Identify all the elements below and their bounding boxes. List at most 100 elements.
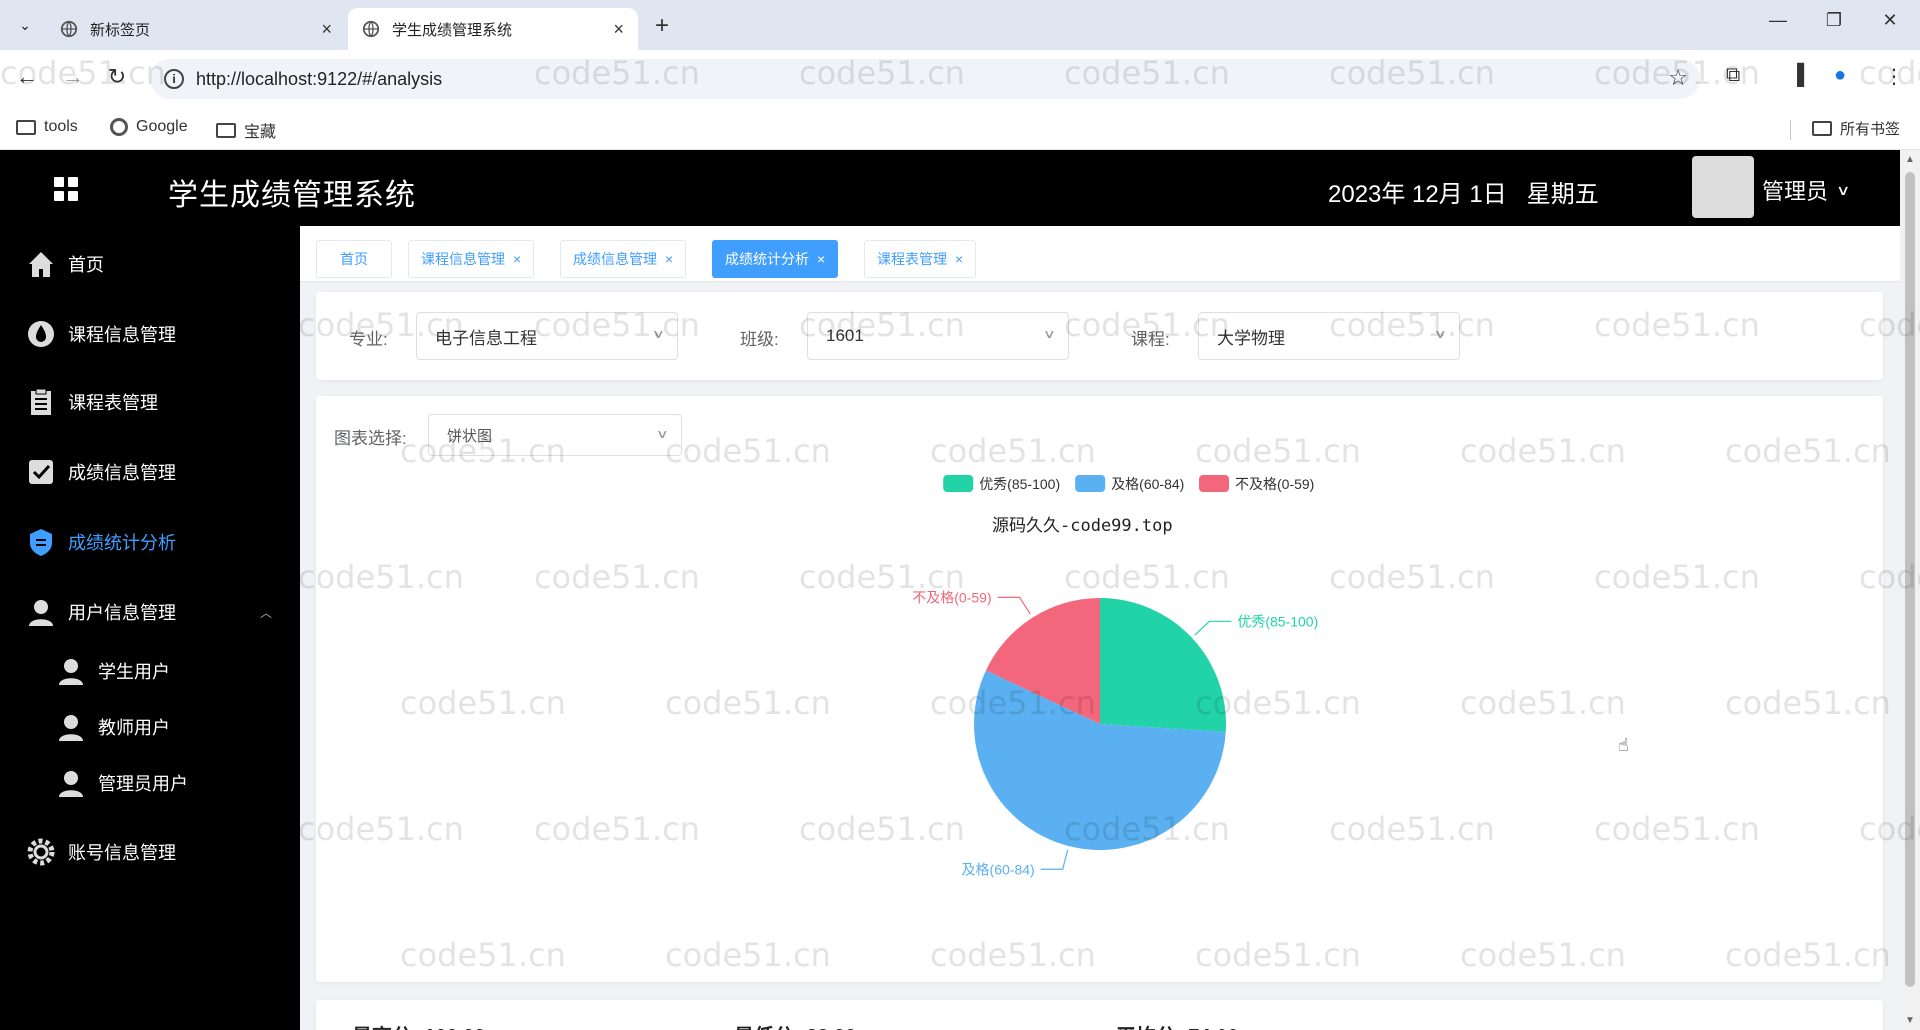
sidebar-item-label: 用户信息管理 (68, 603, 176, 623)
scrollbar-thumb[interactable] (1905, 172, 1915, 987)
home-icon (24, 247, 58, 281)
extensions-icon[interactable]: ⧉ (1726, 64, 1740, 87)
major-value: 电子信息工程 (435, 328, 537, 348)
pie-label-line (1194, 620, 1232, 636)
browser-tab-app[interactable]: 学生成绩管理系统 × (348, 8, 638, 50)
sidebar-item-score-info[interactable]: 成绩信息管理 (0, 442, 300, 502)
avatar[interactable] (1692, 156, 1754, 218)
side-panel-icon[interactable]: ▐ (1790, 64, 1804, 87)
checkbox-icon (24, 455, 58, 489)
chevron-up-icon: ︿ (259, 605, 272, 620)
bookmark-label: tools (44, 118, 78, 135)
sidebar-item-label: 管理员用户 (98, 774, 188, 794)
bookmark-tools[interactable]: tools (16, 118, 78, 136)
sidebar-item-label: 学生用户 (98, 662, 170, 682)
close-tab-icon[interactable]: × (613, 19, 624, 40)
sidebar: 首页 课程信息管理 课程表管理 成绩信息管理 成绩统计分析 用户信息管理 ︿ 学… (0, 226, 300, 1030)
bookmark-label: 宝藏 (244, 124, 277, 141)
badge-icon (24, 525, 58, 559)
max-score: 最高分: 100.00 (352, 1020, 485, 1030)
globe-icon (362, 20, 380, 38)
close-icon[interactable]: × (955, 251, 963, 267)
reload-icon[interactable]: ↻ (104, 64, 130, 90)
back-icon[interactable]: ← (14, 64, 40, 90)
new-tab-icon[interactable]: + (648, 12, 676, 40)
bookmarks-bar: tools Google 宝藏 所有书签 (0, 108, 1920, 150)
more-menu-icon[interactable]: ⋮ (1884, 64, 1904, 89)
main-content: 首页 课程信息管理 × 成绩信息管理 × 成绩统计分析 × 课程表管理 × 专业: 电子… (300, 226, 1900, 1030)
pie-label-line (1040, 849, 1069, 870)
tab-title: 学生成绩管理系统 (392, 21, 513, 39)
legend-swatch (943, 475, 974, 492)
chevron-down-icon: ∨ (1835, 181, 1851, 198)
sidebar-item-course-info[interactable]: 课程信息管理 (0, 304, 300, 364)
sidebar-item-home[interactable]: 首页 (0, 234, 300, 294)
restore-icon[interactable]: ❐ (1822, 10, 1846, 31)
browser-tab-newtab[interactable]: 新标签页 × (46, 8, 346, 50)
legend-swatch (1075, 475, 1106, 492)
sidebar-item-account[interactable]: 账号信息管理 (0, 822, 300, 882)
globe-icon (60, 20, 78, 38)
tag-course-info[interactable]: 课程信息管理 × (408, 240, 535, 278)
date-value: 2023年 12月 1日 (1328, 181, 1507, 208)
tag-home[interactable]: 首页 (316, 240, 392, 278)
sidebar-item-teacher-users[interactable]: 教师用户 (0, 700, 300, 754)
tag-score-info[interactable]: 成绩信息管理 × (560, 240, 687, 278)
close-icon[interactable]: × (665, 251, 673, 267)
user-icon (54, 654, 88, 688)
legend-label: 及格(60-84) (1111, 476, 1184, 492)
pie-label-line (997, 596, 1031, 615)
scroll-down-icon[interactable]: ▼ (1905, 1015, 1915, 1026)
url-input[interactable]: i http://localhost:9122/#/analysis ☆ (150, 59, 1700, 99)
user-icon (54, 710, 88, 744)
course-select[interactable]: 大学物理 ∨ (1198, 312, 1460, 360)
scroll-up-icon[interactable]: ▲ (1905, 154, 1915, 165)
url-text: http://localhost:9122/#/analysis (196, 68, 443, 89)
site-info-icon[interactable]: i (164, 69, 184, 89)
bookmark-treasure[interactable]: 宝藏 (216, 118, 276, 142)
user-icon (24, 595, 58, 629)
profile-icon[interactable]: ● (1834, 64, 1846, 87)
avg-score: 平均分: 74.16 (1116, 1020, 1238, 1030)
sidebar-item-student-users[interactable]: 学生用户 (0, 644, 300, 698)
forward-icon[interactable]: → (60, 64, 86, 90)
chevron-down-icon: ∨ (652, 327, 666, 341)
close-icon[interactable]: × (513, 251, 521, 267)
folder-icon (16, 119, 36, 135)
bookmark-google[interactable]: Google (110, 118, 188, 136)
google-icon (110, 118, 128, 136)
tag-score-analysis[interactable]: 成绩统计分析 × (712, 240, 839, 278)
major-select[interactable]: 电子信息工程 ∨ (416, 312, 678, 360)
user-menu[interactable]: 管理员 ∨ (1762, 174, 1851, 206)
sidebar-item-label: 课程信息管理 (68, 325, 176, 345)
window-close-icon[interactable]: ✕ (1878, 10, 1902, 31)
sidebar-item-timetable[interactable]: 课程表管理 (0, 372, 300, 432)
class-value: 1601 (826, 326, 864, 345)
minimize-icon[interactable]: — (1766, 10, 1790, 31)
class-select[interactable]: 1601 ∨ (807, 312, 1069, 360)
tab-title: 新标签页 (90, 21, 151, 39)
tag-label: 课程表管理 (877, 251, 947, 267)
tag-timetable[interactable]: 课程表管理 × (864, 240, 977, 278)
sidebar-item-score-analysis[interactable]: 成绩统计分析 (0, 512, 300, 572)
close-tab-icon[interactable]: × (321, 19, 332, 40)
page-scrollbar[interactable]: ▲ ▼ (1900, 150, 1920, 1030)
stats-panel: 最高分: 100.00 最低分: 32.00 平均分: 74.16 (316, 1000, 1883, 1030)
folder-icon (216, 122, 236, 138)
all-bookmarks[interactable]: 所有书签 (1812, 118, 1900, 139)
grid-menu-icon[interactable] (54, 177, 78, 201)
sidebar-item-label: 账号信息管理 (68, 843, 176, 863)
user-name: 管理员 (1762, 179, 1829, 204)
sidebar-item-admin-users[interactable]: 管理员用户 (0, 756, 300, 810)
filter-panel: 专业: 电子信息工程 ∨ 班级: 1601 ∨ 课程: 大学物理 ∨ (316, 292, 1883, 380)
course-value: 大学物理 (1217, 328, 1285, 348)
tags-view: 首页 课程信息管理 × 成绩信息管理 × 成绩统计分析 × 课程表管理 × (300, 226, 1900, 282)
sidebar-item-user-management[interactable]: 用户信息管理 ︿ (0, 582, 300, 642)
tab-search-chevron-icon[interactable]: ⌄ (12, 12, 38, 38)
close-icon[interactable]: × (817, 251, 825, 267)
pie-chart: 优秀(85-100) 及格(60-84) 不及格(0-59) 源码久久-code99.… (912, 475, 1318, 877)
bookmark-star-icon[interactable]: ☆ (1668, 65, 1688, 91)
sidebar-item-label: 教师用户 (98, 718, 170, 738)
pie-slice-label: 优秀(85-100) (1237, 613, 1318, 629)
tag-label: 首页 (340, 251, 368, 267)
